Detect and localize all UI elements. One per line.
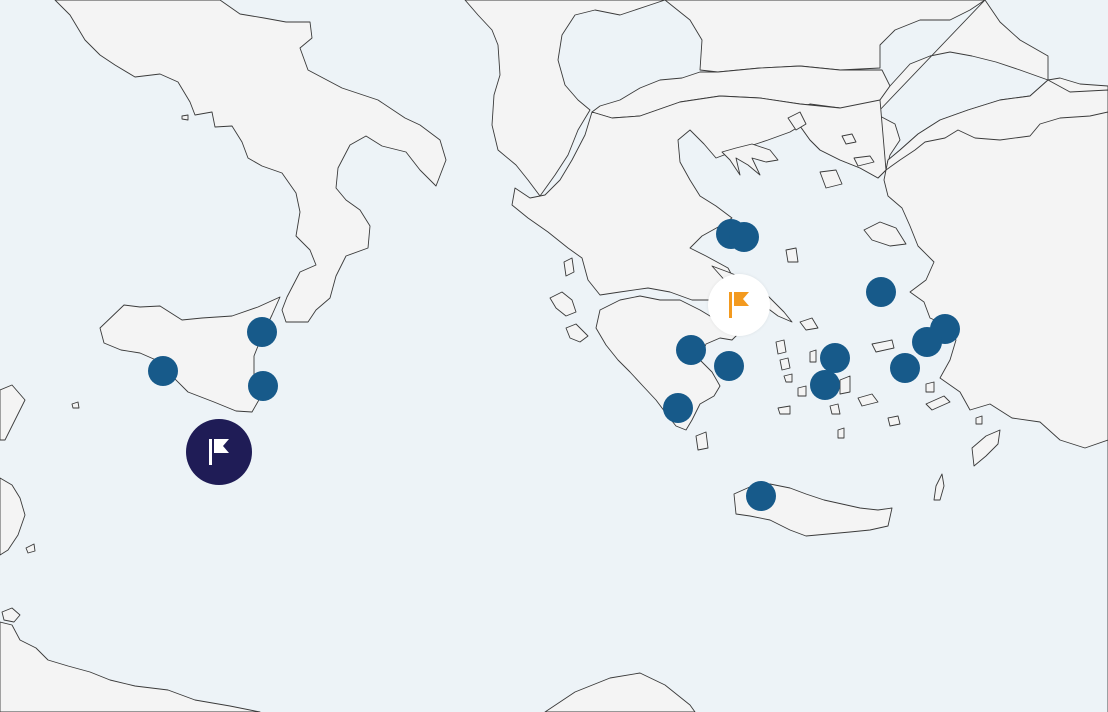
land-aegean-islands <box>925 381 935 393</box>
land-aegean-islands <box>829 403 841 415</box>
land-islet <box>181 114 189 121</box>
land-aegean-islands <box>837 427 845 439</box>
location-marker[interactable] <box>810 370 840 400</box>
flag-icon <box>729 292 749 318</box>
location-marker[interactable] <box>663 393 693 423</box>
location-marker[interactable] <box>729 222 759 252</box>
location-marker[interactable] <box>247 317 277 347</box>
location-marker[interactable] <box>820 343 850 373</box>
land-aegean-islands <box>887 415 901 427</box>
location-marker[interactable] <box>148 356 178 386</box>
highlighted-flag-marker[interactable] <box>708 274 770 336</box>
location-marker[interactable] <box>714 351 744 381</box>
location-marker[interactable] <box>890 353 920 383</box>
active-flag-marker[interactable] <box>186 419 252 485</box>
map-view[interactable] <box>0 0 1108 712</box>
land-aegean-islands <box>785 247 799 263</box>
land-aegean-islands <box>797 385 807 397</box>
location-marker[interactable] <box>248 371 278 401</box>
location-marker[interactable] <box>676 335 706 365</box>
location-marker[interactable] <box>866 277 896 307</box>
land-aegean-islands <box>809 349 817 363</box>
location-marker[interactable] <box>912 327 942 357</box>
location-marker[interactable] <box>746 481 776 511</box>
land-aegean-islands <box>775 339 787 355</box>
land-aegean-islands <box>779 357 791 371</box>
flag-icon <box>209 439 229 465</box>
